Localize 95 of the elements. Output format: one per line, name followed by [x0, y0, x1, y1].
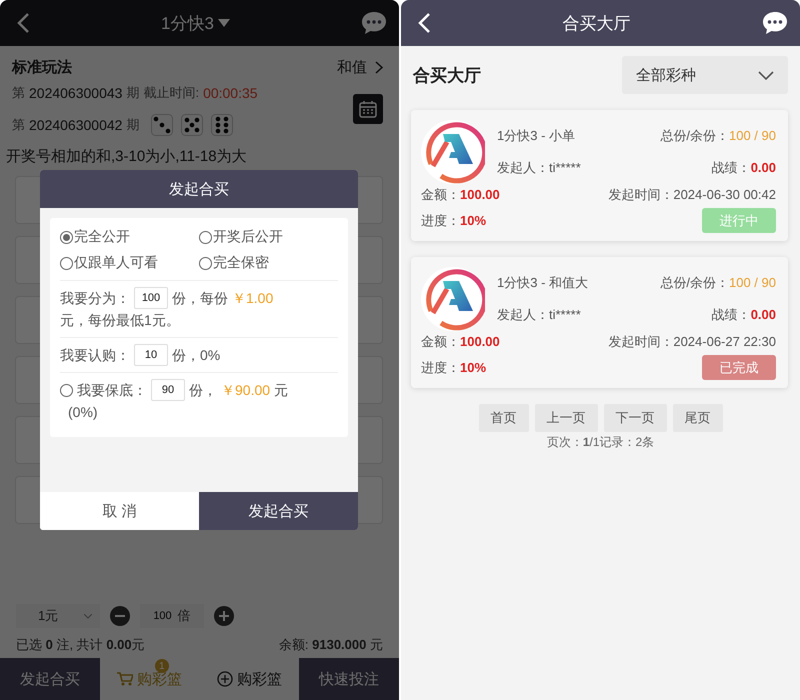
amount-label: 金额： [421, 187, 460, 202]
initiator-label: 发起人： [497, 307, 549, 322]
unit-text: 份，每份 [172, 289, 228, 308]
balance: 余额: 9130.000 元 [278, 636, 383, 654]
amount-text: ￥90.00 [221, 381, 270, 400]
page-info: 页次：1/1记录：2条 [546, 435, 654, 449]
progress-label: 进度： [421, 212, 460, 228]
issue-number: 202406300042 [29, 117, 122, 133]
logo-icon [421, 267, 485, 331]
count-badge: 1 [154, 659, 169, 673]
guarantee-input[interactable]: 90 [151, 379, 185, 401]
chevron-icon [758, 70, 774, 80]
shares-label: 总份/余份： [660, 275, 729, 290]
logo-icon [421, 120, 485, 184]
record-label: 战绩： [712, 160, 751, 175]
page-title: 合买大厅 [562, 12, 630, 34]
record-value: 0.00 [750, 160, 776, 175]
caret-icon [218, 19, 230, 27]
unit-select[interactable]: 1元 [16, 604, 100, 628]
initiator-value: ti***** [549, 160, 581, 175]
multiplier-value: 100 [153, 610, 172, 622]
issue-suffix: 期 [126, 84, 140, 102]
action-button[interactable]: 发起合买 [0, 658, 100, 700]
page-button[interactable]: 下一页 [604, 404, 666, 432]
issue-prefix: 第 [12, 116, 25, 134]
order-card[interactable]: 1分快3 - 和值大 总份/余份：100 / 90 发起人：ti***** 战绩：0.00 金额：100.00 发起时间：2024-06-27 22:30 进度：10% 已完成 [411, 257, 788, 388]
chat-icon[interactable] [762, 11, 788, 35]
chat-icon[interactable] [360, 11, 387, 35]
visibility-option[interactable]: 完全公开 [60, 228, 199, 246]
shares-label: 总份/余份： [660, 128, 729, 143]
time-label: 发起时间： [608, 334, 674, 349]
calendar-button[interactable] [353, 94, 383, 124]
price-text: ￥1.00 [232, 289, 274, 308]
back-icon[interactable] [16, 12, 30, 34]
shares-input[interactable]: 100 [134, 287, 168, 309]
visibility-option[interactable]: 仅跟单人可看 [60, 254, 199, 272]
play-type-link[interactable]: 和值 [337, 58, 383, 77]
countdown: 00:00:35 [203, 85, 258, 101]
chevron-icon [375, 61, 383, 74]
selection-summary: 已选 0 注, 共计 0.00元 [16, 636, 145, 654]
multiplier-field[interactable]: 100 倍 [140, 604, 204, 628]
unit-text: 份， [189, 381, 217, 400]
deadline-label: 截止时间: [143, 84, 200, 102]
time-value: 2024-06-30 00:42 [673, 187, 776, 202]
issue-number: 202406300043 [29, 85, 122, 101]
percent-text: 份，0% [172, 346, 220, 365]
lottery-filter[interactable]: 全部彩种 [622, 56, 788, 94]
chevron-icon [84, 614, 92, 618]
multiplier-unit: 倍 [178, 607, 191, 625]
shares-value: 100 / 90 [729, 275, 776, 290]
dialog-title: 发起合买 [40, 170, 358, 208]
time-value: 2024-06-27 22:30 [673, 334, 776, 349]
amount-value: 100.00 [460, 187, 500, 202]
progress-value: 10% [460, 360, 486, 374]
visibility-option[interactable]: 开奖后公开 [199, 228, 338, 246]
order-card[interactable]: 1分快3 - 小单 总份/余份：100 / 90 发起人：ti***** 战绩：0.00 金额：100.00 发起时间：2024-06-30 00:42 进度：10% 进行中 [411, 110, 788, 241]
page-button[interactable]: 首页 [478, 404, 528, 432]
percent-text: (0%) [67, 403, 99, 422]
order-name: 1分快3 - 和值大 [497, 274, 590, 292]
progress-value: 10% [460, 212, 486, 228]
page-button[interactable]: 尾页 [672, 404, 722, 432]
visibility-option[interactable]: 完全保密 [199, 254, 338, 272]
calendar-icon [359, 100, 377, 118]
page-button[interactable]: 上一页 [534, 404, 598, 432]
back-icon[interactable] [417, 12, 431, 34]
minus-icon[interactable] [110, 606, 130, 626]
cart-icon [117, 672, 134, 686]
play-mode: 标准玩法 [12, 58, 72, 77]
initiator-label: 发起人： [497, 160, 549, 175]
field-label: 我要保底： [77, 381, 147, 400]
issue-suffix: 期 [126, 116, 140, 134]
unit-text: 元 [274, 381, 288, 400]
record-label: 战绩： [712, 307, 751, 322]
progress-label: 进度： [421, 360, 460, 374]
action-button[interactable]: 快速投注 [299, 658, 399, 700]
field-label: 我要认购： [60, 346, 130, 365]
section-heading: 合买大厅 [413, 64, 481, 86]
confirm-button[interactable]: 发起合买 [199, 492, 358, 530]
field-label: 我要分为： [60, 289, 130, 308]
time-label: 发起时间： [608, 187, 674, 202]
add-icon [216, 671, 233, 687]
order-name: 1分快3 - 小单 [497, 127, 576, 145]
note-text: 元，每份最低1元。 [60, 311, 180, 330]
subscribe-input[interactable]: 10 [134, 344, 168, 366]
rule-text: 开奖号相加的和,3-10为小,11-18为大 [6, 147, 248, 166]
shares-value: 100 / 90 [729, 128, 776, 143]
guarantee-radio[interactable] [60, 384, 73, 396]
plus-icon[interactable] [214, 606, 234, 626]
initiator-value: ti***** [549, 307, 581, 322]
record-value: 0.00 [750, 307, 776, 322]
amount-label: 金额： [421, 334, 460, 349]
game-title[interactable]: 1分快3 [161, 12, 230, 34]
cancel-button[interactable]: 取 消 [40, 492, 199, 530]
issue-prefix: 第 [12, 84, 25, 102]
amount-value: 100.00 [460, 334, 500, 349]
